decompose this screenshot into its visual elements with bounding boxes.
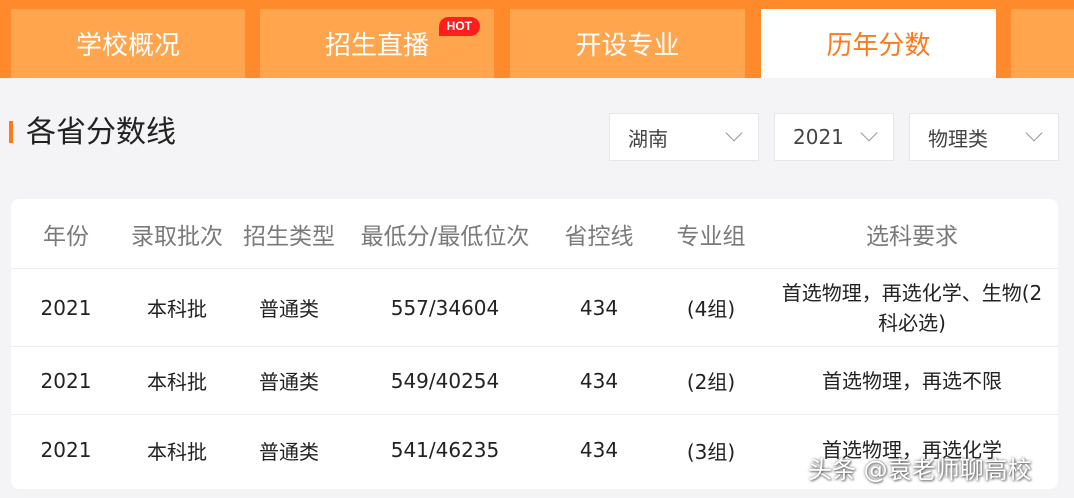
tab-majors[interactable]: 开设专业 — [510, 9, 745, 78]
cell-control-line: 434 — [579, 368, 619, 393]
header-requirement: 选科要求 — [866, 223, 958, 250]
year-value: 2021 — [793, 125, 844, 149]
cell-year: 2021 — [40, 295, 92, 320]
tab-school-overview[interactable]: 学校概况 — [11, 9, 245, 78]
cell-control-line: 434 — [579, 438, 619, 462]
cell-requirement: 首选物理，再选不限 — [822, 368, 1002, 393]
table-row: 2021 本科批 普通类 557/34604 434 (4组) 首选物理，再选化… — [11, 269, 1058, 347]
table-header-row: 年份 录取批次 招生类型 最低分/最低位次 省控线 专业组 选科要求 — [11, 199, 1058, 269]
tab-label: 学校概况 — [75, 31, 180, 61]
cell-requirement: 首选物理，再选化学、生物(2科必选) — [781, 280, 1043, 335]
watermark: 头条 @袁老师聊高校 — [808, 456, 1032, 484]
year-select[interactable]: 2021 — [774, 113, 894, 161]
cell-min-score-rank: 557/34604 — [390, 295, 500, 320]
header-control-line: 省控线 — [564, 223, 634, 250]
cell-year: 2021 — [40, 438, 92, 462]
header-batch: 录取批次 — [131, 223, 223, 250]
tab-admission-live[interactable]: 招生直播 HOT — [260, 9, 494, 78]
header-group: 专业组 — [676, 223, 746, 250]
cell-type: 普通类 — [259, 297, 319, 321]
province-value: 湖南 — [628, 126, 668, 151]
cell-min-score-rank: 549/40254 — [390, 368, 500, 393]
cell-batch: 本科批 — [147, 297, 207, 321]
header-type: 招生类型 — [243, 223, 335, 250]
cell-type: 普通类 — [259, 439, 319, 464]
tab-bar: 学校概况 招生直播 HOT 开设专业 历年分数 — [0, 0, 1074, 78]
tab-label: 开设专业 — [575, 31, 680, 61]
subject-type-select[interactable]: 物理类 — [909, 113, 1059, 161]
hot-badge: HOT — [438, 17, 480, 36]
section-accent-bar — [9, 121, 13, 143]
chevron-down-icon — [725, 124, 743, 142]
cell-batch: 本科批 — [147, 439, 207, 464]
tab-label: 招生直播 — [324, 31, 429, 61]
header-year: 年份 — [43, 223, 89, 250]
table-row: 2021 本科批 普通类 549/40254 434 (2组) 首选物理，再选不… — [11, 347, 1058, 415]
cell-batch: 本科批 — [147, 370, 207, 394]
cell-group: (3组) — [686, 439, 736, 464]
tab-historical-scores[interactable]: 历年分数 — [761, 9, 996, 78]
tab-label: 历年分数 — [826, 31, 931, 61]
cell-control-line: 434 — [579, 295, 619, 320]
cell-group: (4组) — [686, 297, 736, 321]
chevron-down-icon — [860, 124, 878, 142]
tab-next-partial[interactable] — [1011, 9, 1074, 78]
cell-group: (2组) — [686, 370, 736, 394]
province-select[interactable]: 湖南 — [609, 113, 759, 161]
section-title: 各省分数线 — [26, 115, 176, 150]
cell-min-score-rank: 541/46235 — [390, 438, 500, 462]
header-min-score-rank: 最低分/最低位次 — [360, 223, 530, 250]
cell-year: 2021 — [40, 368, 92, 393]
chevron-down-icon — [1025, 124, 1043, 142]
score-table: 年份 录取批次 招生类型 最低分/最低位次 省控线 专业组 选科要求 2021 … — [11, 199, 1058, 489]
subject-type-value: 物理类 — [928, 126, 988, 151]
cell-type: 普通类 — [259, 370, 319, 394]
